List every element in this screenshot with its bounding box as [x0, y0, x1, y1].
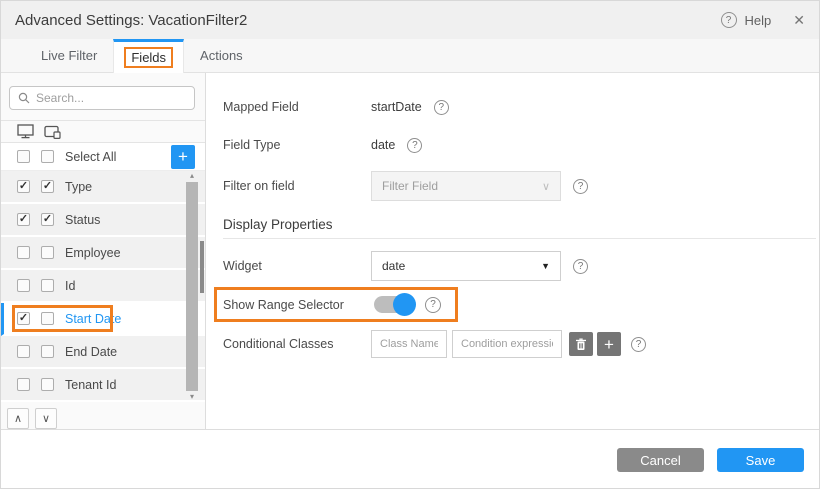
- trash-icon: [575, 338, 587, 351]
- outer-scrollbar-thumb[interactable]: [200, 241, 204, 293]
- tab-bar: Live Filter Fields Actions: [1, 39, 819, 73]
- field-row[interactable]: Employee: [1, 237, 205, 270]
- filter-on-field-label: Filter on field: [223, 179, 371, 193]
- help-icon[interactable]: ?: [573, 179, 588, 194]
- field-type-label: Field Type: [223, 138, 371, 152]
- show-range-selector-label: Show Range Selector: [223, 298, 374, 312]
- move-down-button[interactable]: ∨: [35, 408, 57, 429]
- section-title: Display Properties: [223, 217, 819, 232]
- fields-sidebar: Select All + Type Status Employee: [1, 73, 206, 429]
- toggle-knob: [393, 293, 416, 316]
- field-row[interactable]: Type: [1, 171, 205, 204]
- class-name-input[interactable]: [371, 330, 447, 358]
- field-row[interactable]: Start Date: [1, 303, 205, 336]
- cancel-button[interactable]: Cancel: [617, 448, 704, 472]
- select-all-mobile-checkbox[interactable]: [41, 150, 54, 163]
- scroll-up-icon[interactable]: ▴: [190, 171, 194, 181]
- mobile-checkbox[interactable]: [41, 345, 54, 358]
- field-row[interactable]: End Date: [1, 336, 205, 369]
- footer: Cancel Save: [1, 430, 819, 489]
- scrollbar-thumb[interactable]: [186, 182, 198, 391]
- widget-label: Widget: [223, 259, 371, 273]
- filter-field-select: Filter Field ∨: [371, 171, 561, 201]
- mobile-checkbox[interactable]: [41, 180, 54, 193]
- search-box: [9, 86, 195, 110]
- condition-expression-input[interactable]: [452, 330, 562, 358]
- desktop-icon: [17, 124, 34, 139]
- save-button[interactable]: Save: [717, 448, 804, 472]
- add-field-button[interactable]: +: [171, 145, 195, 169]
- chevron-down-icon: ∨: [542, 180, 550, 193]
- tab-fields[interactable]: Fields: [113, 39, 184, 73]
- help-icon[interactable]: ?: [407, 138, 422, 153]
- advanced-settings-dialog: Advanced Settings: VacationFilter2 ? Hel…: [0, 0, 820, 489]
- select-all-desktop-checkbox[interactable]: [17, 150, 30, 163]
- desktop-checkbox[interactable]: [17, 180, 30, 193]
- mobile-checkbox[interactable]: [41, 279, 54, 292]
- field-properties-panel: Mapped Field startDate ? Field Type date…: [206, 73, 819, 429]
- mobile-checkbox[interactable]: [41, 312, 54, 325]
- field-type-value: date: [371, 138, 395, 152]
- show-range-selector-toggle[interactable]: [374, 296, 414, 313]
- desktop-checkbox[interactable]: [17, 246, 30, 259]
- show-range-selector-highlight: Show Range Selector ?: [214, 287, 458, 322]
- desktop-checkbox[interactable]: [17, 213, 30, 226]
- page-title: Advanced Settings: VacationFilter2: [15, 12, 721, 29]
- help-icon[interactable]: ?: [425, 297, 441, 313]
- conditional-classes-label: Conditional Classes: [223, 337, 371, 351]
- tab-live-filter[interactable]: Live Filter: [25, 39, 113, 72]
- help-link[interactable]: Help: [745, 13, 772, 28]
- dropdown-arrow-icon: ▼: [541, 261, 550, 271]
- desktop-checkbox[interactable]: [17, 345, 30, 358]
- widget-select[interactable]: date ▼: [371, 251, 561, 281]
- add-condition-button[interactable]: +: [597, 332, 621, 356]
- field-row[interactable]: Id: [1, 270, 205, 303]
- list-scrollbar[interactable]: ▴ ▾: [186, 171, 198, 402]
- delete-condition-button[interactable]: [569, 332, 593, 356]
- help-icon[interactable]: ?: [434, 100, 449, 115]
- move-up-button[interactable]: ∧: [7, 408, 29, 429]
- desktop-checkbox[interactable]: [17, 312, 30, 325]
- mobile-icon: [44, 125, 61, 139]
- mobile-checkbox[interactable]: [41, 378, 54, 391]
- field-list: Type Status Employee Id: [1, 171, 205, 402]
- device-columns: [1, 121, 205, 143]
- close-icon[interactable]: ✕: [793, 12, 805, 29]
- search-input[interactable]: [36, 91, 191, 105]
- help-icon[interactable]: ?: [721, 12, 737, 28]
- tab-actions[interactable]: Actions: [184, 39, 259, 72]
- search-icon: [18, 92, 30, 104]
- scroll-down-icon[interactable]: ▾: [190, 392, 194, 402]
- field-row[interactable]: Tenant Id: [1, 369, 205, 402]
- mapped-field-label: Mapped Field: [223, 100, 371, 114]
- field-row[interactable]: Status: [1, 204, 205, 237]
- mapped-field-value: startDate: [371, 100, 422, 114]
- select-all-row[interactable]: Select All +: [1, 143, 205, 171]
- mobile-checkbox[interactable]: [41, 246, 54, 259]
- help-icon[interactable]: ?: [631, 337, 646, 352]
- desktop-checkbox[interactable]: [17, 378, 30, 391]
- dialog-header: Advanced Settings: VacationFilter2 ? Hel…: [1, 1, 819, 39]
- desktop-checkbox[interactable]: [17, 279, 30, 292]
- mobile-checkbox[interactable]: [41, 213, 54, 226]
- help-icon[interactable]: ?: [573, 259, 588, 274]
- section-divider: [223, 238, 816, 239]
